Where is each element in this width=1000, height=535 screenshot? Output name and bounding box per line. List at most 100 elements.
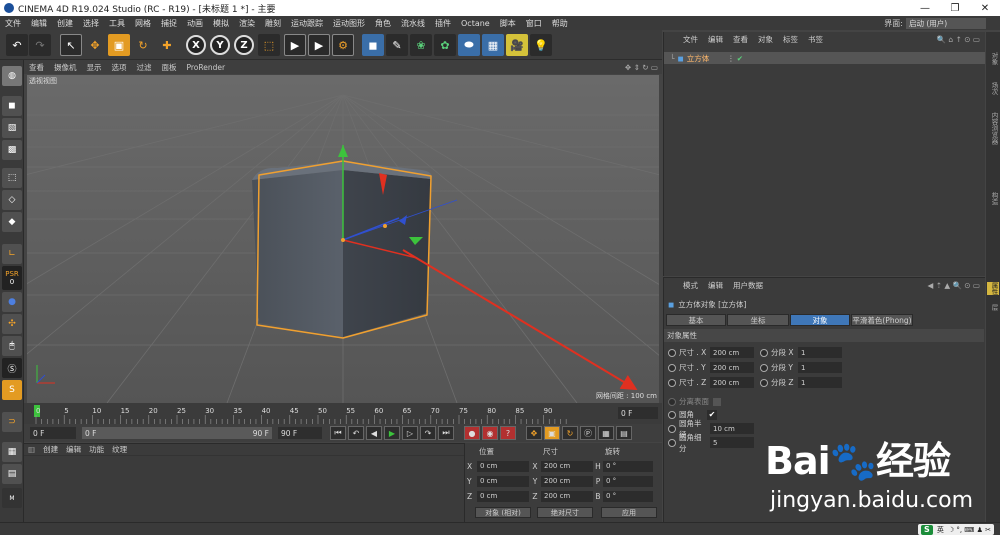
light-icon[interactable]: 💡 [530,34,552,56]
rotation-p-field[interactable]: 0 ° [603,475,653,487]
current-frame-field[interactable]: 0 F [618,407,658,419]
magnet-icon[interactable]: ⊃ [2,412,22,432]
anim-radio[interactable] [760,348,768,357]
redo-icon[interactable]: ↷ [29,34,51,56]
rotation-b-field[interactable]: 0 ° [603,490,653,502]
pen-spline-icon[interactable]: ✎ [386,34,408,56]
workplane-mode-icon[interactable]: ▩ [2,140,22,160]
attr-nav-icon[interactable]: ◀ ⇡ ▲ 🔍 ⊙ ▭ [923,281,985,290]
points-mode-icon[interactable]: ⬚ [2,168,22,188]
deformer-icon[interactable]: ⬬ [458,34,480,56]
prev-frame-icon[interactable]: ◀ [366,426,382,440]
floor-scene-icon[interactable]: ▦ [482,34,504,56]
goto-end-icon[interactable]: ⏭ [438,426,454,440]
menu-create[interactable]: 创建 [52,18,78,29]
autokey-icon[interactable]: ◉ [482,426,498,440]
menu-tools[interactable]: 工具 [104,18,130,29]
side-tab-content-browser[interactable]: 内容浏览器 [987,112,999,145]
menu-animate[interactable]: 动画 [182,18,208,29]
anim-radio[interactable] [668,410,676,419]
menu-mograph[interactable]: 运动图形 [328,18,370,29]
camera-icon[interactable]: 🎥 [506,34,528,56]
coord-mode-dropdown[interactable]: 对象 (相对) [475,507,531,518]
key-pla-icon[interactable]: ▦ [598,426,614,440]
s-script-icon[interactable]: S [2,380,22,400]
position-x-field[interactable]: 0 cm [477,460,529,472]
edges-mode-icon[interactable]: ◇ [2,190,22,210]
size-x-field[interactable]: 200 cm [541,460,593,472]
menu-file[interactable]: 文件 [0,18,26,29]
anim-radio[interactable] [668,397,676,406]
fillet-checkbox[interactable]: ✔ [707,409,717,420]
maximize-button[interactable]: ❐ [940,3,970,14]
size-z-field[interactable]: 200 cm [541,490,593,502]
mouse-icon[interactable]: 🖱 [2,336,22,356]
position-y-field[interactable]: 0 cm [477,475,529,487]
menu-sculpt[interactable]: 雕刻 [260,18,286,29]
fillet-subdivision-value[interactable]: 5 [710,437,754,448]
viewport-nav-icon[interactable]: ✥ ⇕ ↻ ▭ [620,63,662,72]
menu-mesh[interactable]: 网格 [130,18,156,29]
side-tab-objects[interactable]: 对象 [987,52,999,65]
menu-simulate[interactable]: 模拟 [208,18,234,29]
ime-tool-icons[interactable]: ☽ °, ⌨ ♟ ✂ [948,526,991,534]
side-tab-structure[interactable]: 构造 [987,192,999,205]
size-x-value[interactable]: 200 cm [710,347,754,358]
undo-icon[interactable]: ↶ [6,34,28,56]
select-cursor-icon[interactable]: ↖ [60,34,82,56]
menu-script[interactable]: 脚本 [495,18,521,29]
attr-menu-edit[interactable]: 编辑 [703,280,728,291]
key-position-icon[interactable]: ✥ [526,426,542,440]
seg-y-value[interactable]: 1 [798,362,842,373]
render-picture-viewer-icon[interactable]: ▶ [308,34,330,56]
scale-tool-icon[interactable]: ▣ [108,34,130,56]
viewport-menu-options[interactable]: 选项 [107,62,132,73]
tab-phong[interactable]: 平滑着色(Phong) [851,314,913,326]
play-icon[interactable]: ▶ [384,426,400,440]
key-rotation-icon[interactable]: ↻ [562,426,578,440]
layout-dropdown[interactable]: 启动 (用户) [906,17,986,29]
size-y-field[interactable]: 200 cm [541,475,593,487]
anim-radio[interactable] [668,438,676,447]
obj-menu-object[interactable]: 对象 [753,34,778,45]
anim-radio[interactable] [668,363,676,372]
polygons-mode-icon[interactable]: ◆ [2,212,22,232]
solo-icon[interactable]: Ⓢ [2,358,22,378]
texture-mode-icon[interactable]: ▧ [2,118,22,138]
tab-coordinates[interactable]: 坐标 [727,314,789,326]
x-axis-lock-button[interactable]: X [186,35,206,55]
attr-menu-userdata[interactable]: 用户数据 [728,280,768,291]
seg-z-value[interactable]: 1 [798,377,842,388]
anim-radio[interactable] [668,348,676,357]
obj-menu-tags[interactable]: 标签 [778,34,803,45]
sogou-ime-icon[interactable]: S [920,524,933,535]
apply-button[interactable]: 应用 [601,507,657,518]
minimize-button[interactable]: — [910,3,940,14]
fillet-radius-value[interactable]: 10 cm [710,423,754,434]
size-z-value[interactable]: 200 cm [710,377,754,388]
frame-range-slider[interactable]: 0 F 90 F [82,427,272,439]
obj-menu-edit[interactable]: 编辑 [703,34,728,45]
next-frame-icon[interactable]: ▷ [402,426,418,440]
side-tab-takes[interactable]: 场次 [987,82,999,95]
size-y-value[interactable]: 200 cm [710,362,754,373]
array-generator-icon[interactable]: ✿ [434,34,456,56]
timeline[interactable]: 0 5 10 15 20 25 30 35 40 45 50 55 60 65 70 75 80 85 90 0 F [24,403,662,425]
menu-snap[interactable]: 捕捉 [156,18,182,29]
position-z-field[interactable]: 0 cm [477,490,529,502]
key-scale-icon[interactable]: ▣ [544,426,560,440]
anim-radio[interactable] [668,424,676,433]
close-button[interactable]: ✕ [970,3,1000,14]
separate-surfaces-checkbox[interactable] [713,397,721,406]
keyframe-selection-icon[interactable]: ? [500,426,516,440]
obj-menu-bookmarks[interactable]: 书签 [803,34,828,45]
record-icon[interactable]: ● [464,426,480,440]
material-menu-edit[interactable]: 编辑 [62,444,85,455]
material-menu-create[interactable]: 创建 [39,444,62,455]
end-frame-field[interactable]: 90 F [278,427,322,439]
snap-icon[interactable]: ✣ [2,314,22,334]
anim-radio[interactable] [760,363,768,372]
object-name[interactable]: 立方体 [687,53,710,64]
enabled-check-icon[interactable]: ✔ [737,54,743,63]
goto-start-icon[interactable]: ⏮ [330,426,346,440]
